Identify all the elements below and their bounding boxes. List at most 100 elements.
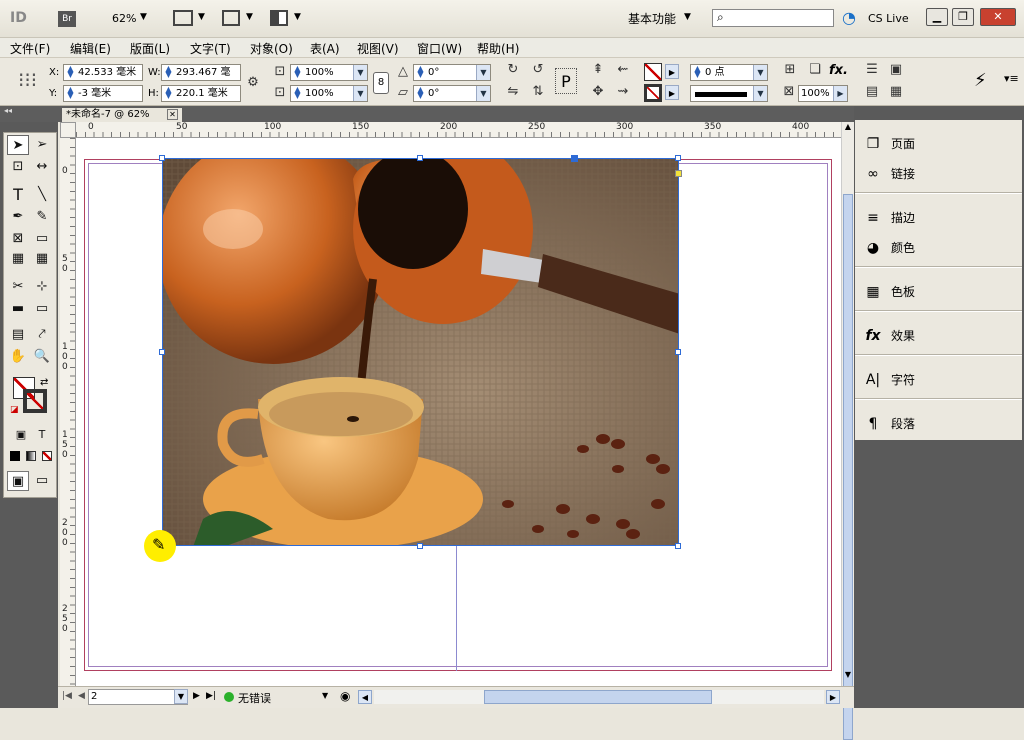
zoom-frame-icon[interactable]: ⊞ <box>780 61 800 79</box>
preview-mode-icon[interactable]: ▭ <box>31 471 53 491</box>
rotate-cw-icon[interactable]: ↻ <box>503 61 523 79</box>
note-tool-icon[interactable]: ▤ <box>7 325 29 345</box>
resize-handle[interactable] <box>417 543 423 549</box>
zoom-select[interactable]: 62% <box>112 12 136 25</box>
line-tool-icon[interactable]: ╲ <box>31 185 53 205</box>
select-container-icon[interactable]: ⇞ <box>588 61 608 79</box>
menu-table[interactable]: 表(A) <box>310 40 340 57</box>
selection-tool-icon[interactable]: ➤ <box>7 135 29 155</box>
apply-none-icon[interactable] <box>42 451 52 461</box>
type-tool-icon[interactable]: T <box>7 185 29 205</box>
flip-vertical-icon[interactable]: ⇅ <box>528 83 548 101</box>
panel-effects[interactable]: fx 效果 <box>855 322 1022 350</box>
vertical-grid-tool-icon[interactable]: ▦ <box>31 249 53 269</box>
select-next-icon[interactable]: ⇝ <box>613 83 633 101</box>
swap-colors-icon[interactable]: ⇄ <box>40 377 48 388</box>
content-grabber-handle[interactable] <box>571 155 578 162</box>
menu-object[interactable]: 对象(O) <box>250 40 293 57</box>
menu-window[interactable]: 窗口(W) <box>417 40 462 57</box>
workspace-switcher[interactable]: 基本功能 <box>628 10 676 27</box>
text-wrap-none-icon[interactable]: ☰ <box>862 61 882 79</box>
menu-view[interactable]: 视图(V) <box>357 40 399 57</box>
chevron-down-icon[interactable]: ▼ <box>140 12 147 22</box>
pen-tool-icon[interactable]: ✒ <box>7 207 29 227</box>
menu-layout[interactable]: 版面(L) <box>130 40 170 57</box>
format-text-icon[interactable]: T <box>31 425 53 445</box>
resize-handle[interactable] <box>159 349 165 355</box>
horizontal-scrollbar[interactable] <box>374 690 824 704</box>
resize-handle[interactable] <box>675 155 681 161</box>
resize-handle[interactable] <box>675 349 681 355</box>
direct-selection-tool-icon[interactable]: ➢ <box>31 135 53 155</box>
panel-character[interactable]: A| 字符 <box>855 366 1022 394</box>
y-field[interactable]: ▲ ▼ -3 毫米 <box>63 85 143 102</box>
flip-horizontal-icon[interactable]: ⇋ <box>503 83 523 101</box>
h-field[interactable]: ▲ ▼ 220.1 毫米 <box>161 85 241 102</box>
vertical-scrollbar[interactable]: ▲ ▼ <box>841 122 854 740</box>
corner-options-handle[interactable] <box>675 170 682 177</box>
link-icon[interactable]: 8 <box>373 72 389 94</box>
menu-file[interactable]: 文件(F) <box>10 40 50 57</box>
preflight-status[interactable]: 无错误 <box>238 690 271 706</box>
document-tab[interactable]: *未命名-7 @ 62% ✕ <box>62 108 182 122</box>
cs-live-icon[interactable]: ◔ <box>842 8 856 27</box>
horizontal-grid-tool-icon[interactable]: ▦ <box>7 249 29 269</box>
resize-handle[interactable] <box>417 155 423 161</box>
minimize-button[interactable]: ▁ <box>926 8 948 26</box>
stroke-weight-field[interactable]: ▲ ▼ 0 点 ▼ <box>690 64 768 81</box>
preflight-menu-icon[interactable]: ◉ <box>340 689 350 703</box>
scroll-left-icon[interactable]: ◀ <box>358 690 372 704</box>
pencil-tool-icon[interactable]: ✎ <box>31 207 53 227</box>
w-field[interactable]: ▲ ▼ 293.467 毫 <box>161 64 241 81</box>
panel-swatches[interactable]: ▦ 色板 <box>855 278 1022 306</box>
scroll-down-icon[interactable]: ▼ <box>842 670 854 682</box>
next-page-icon[interactable]: ▶ <box>193 691 200 701</box>
effects-fx-icon[interactable]: fx. <box>829 63 848 78</box>
shear-field[interactable]: ▲ ▼ 0° ▼ <box>413 85 491 102</box>
lightning-icon[interactable]: ⚡ <box>974 70 987 91</box>
format-container-icon[interactable]: ▣ <box>10 425 32 445</box>
fill-swatch-icon[interactable] <box>644 63 662 81</box>
scroll-up-icon[interactable]: ▲ <box>842 122 854 134</box>
cs-live-label[interactable]: CS Live <box>868 12 909 25</box>
screen-mode-icon[interactable] <box>222 10 240 26</box>
chevron-down-icon[interactable]: ▼ <box>294 12 301 22</box>
eyedropper-tool-icon[interactable]: ⤤ <box>31 325 53 345</box>
panel-pages[interactable]: ❐ 页面 <box>855 130 1022 158</box>
stroke-dropdown[interactable]: ▶ <box>665 85 679 100</box>
close-button[interactable]: ✕ <box>980 8 1016 26</box>
view-options-icon[interactable] <box>173 10 193 26</box>
hand-tool-icon[interactable]: ✋ <box>7 347 29 367</box>
stroke-swatch-icon[interactable] <box>644 84 662 102</box>
chevron-down-icon[interactable]: ▼ <box>322 691 328 700</box>
chevron-down-icon[interactable]: ▼ <box>246 12 253 22</box>
rotate-field[interactable]: ▲ ▼ 0° ▼ <box>413 64 491 81</box>
rectangle-tool-icon[interactable]: ▭ <box>31 229 53 249</box>
menu-edit[interactable]: 编辑(E) <box>70 40 111 57</box>
gradient-feather-tool-icon[interactable]: ▭ <box>31 299 53 319</box>
ruler-origin[interactable] <box>60 122 76 138</box>
collapse-tools-icon[interactable]: ◂◂ <box>4 106 12 115</box>
panel-paragraph[interactable]: ¶ 段落 <box>855 410 1022 438</box>
text-wrap-bbox-icon[interactable]: ▣ <box>886 61 906 79</box>
zoom-tool-icon[interactable]: 🔍 <box>31 347 53 367</box>
text-wrap-shape-icon[interactable]: ▤ <box>862 83 882 101</box>
default-colors-icon[interactable]: ◪ <box>10 405 19 415</box>
panel-stroke[interactable]: ≡ 描边 <box>855 204 1022 232</box>
bridge-button[interactable]: Br <box>58 11 76 27</box>
close-tab-icon[interactable]: ✕ <box>167 109 178 120</box>
panel-menu-icon[interactable]: ▾≡ <box>1004 72 1019 85</box>
drop-shadow-icon[interactable]: ❏ <box>805 61 825 79</box>
select-previous-icon[interactable]: ⇜ <box>613 61 633 79</box>
gap-tool-icon[interactable]: ↔ <box>31 157 53 177</box>
panel-color[interactable]: ◕ 颜色 <box>855 234 1022 262</box>
restore-button[interactable]: ❐ <box>952 8 974 26</box>
free-transform-tool-icon[interactable]: ⊹ <box>31 277 53 297</box>
page-number-field[interactable]: 2 <box>88 689 188 705</box>
scale-y-field[interactable]: ▲ ▼ 100% ▼ <box>290 85 368 102</box>
scale-x-field[interactable]: ▲ ▼ 100% ▼ <box>290 64 368 81</box>
constrain-proportions-icon[interactable]: ⚙ <box>243 74 263 92</box>
page-dropdown[interactable]: ▼ <box>174 689 188 704</box>
rectangle-frame-tool-icon[interactable]: ⊠ <box>7 229 29 249</box>
opacity-field[interactable]: 100% ▶ <box>798 85 848 102</box>
